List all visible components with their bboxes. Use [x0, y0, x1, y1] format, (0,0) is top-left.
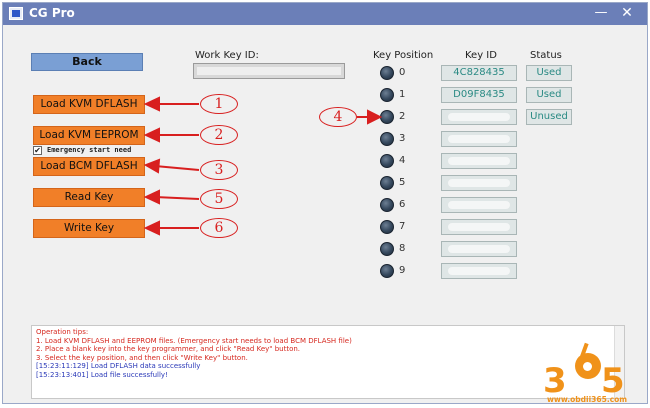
log-line: 2. Place a blank key into the key progra…	[36, 345, 301, 354]
log-line: 3. Select the key position, and then cli…	[36, 353, 248, 362]
annotation-arrowhead-2	[143, 127, 160, 143]
annotation-arrow-3	[154, 165, 200, 171]
title-bar: CG Pro — ✕	[3, 3, 647, 25]
log-line: 1. Load KVM DFLASH and EEPROM files. (Em…	[36, 336, 352, 345]
log-line: Operation tips:	[36, 328, 89, 336]
annotation-3: 3	[200, 160, 238, 180]
annotation-6: 6	[200, 218, 238, 238]
annotation-5: 5	[200, 189, 238, 209]
operation-log: Operation tips: 1. Load KVM DFLASH and E…	[31, 325, 625, 399]
annotation-arrowhead-6	[143, 220, 160, 236]
annotation-arrowhead-5	[143, 189, 160, 205]
annotation-4: 4	[319, 107, 357, 127]
annotation-arrow-5	[154, 196, 200, 200]
close-button[interactable]: ✕	[617, 4, 637, 22]
obdii365-watermark-logo: 3 5 www.obdii365.com	[543, 342, 635, 405]
log-line: [15:23:13:401] Load file successfully!	[36, 370, 168, 379]
watermark-url: www.obdii365.com	[547, 395, 628, 404]
main-panel: Back Load KVM DFLASH Load KVM EEPROM ✔ E…	[3, 25, 647, 405]
annotation-2: 2	[200, 125, 238, 145]
annotation-arrows	[143, 96, 383, 236]
cg-pro-window: CG Pro — ✕ Back Load KVM DFLASH Load KVM…	[2, 2, 648, 404]
annotation-1: 1	[200, 94, 238, 114]
annotation-arrowhead-3	[143, 158, 161, 174]
log-line: [15:23:11:129] Load DFLASH data successf…	[36, 362, 201, 371]
annotation-arrowhead-4	[367, 109, 383, 125]
watermark-six-glyph	[573, 342, 603, 383]
minimize-button[interactable]: —	[591, 4, 611, 22]
app-icon	[9, 7, 23, 20]
window-title: CG Pro	[29, 6, 75, 20]
annotation-arrowhead-1	[143, 96, 160, 112]
